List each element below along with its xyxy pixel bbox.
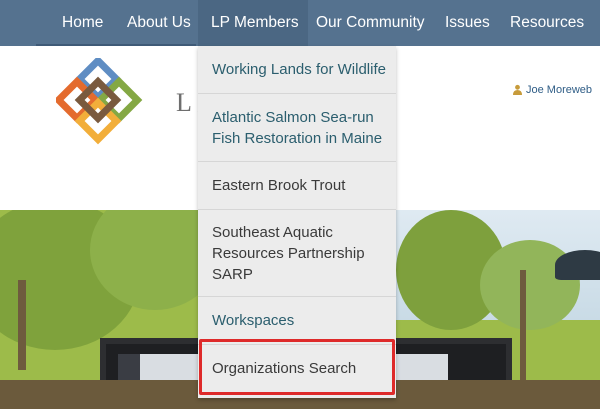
hero-trunk xyxy=(18,280,26,370)
dropdown-item-workspaces[interactable]: Workspaces xyxy=(198,297,396,344)
user-name: Joe Moreweb xyxy=(526,84,593,96)
nav-resources[interactable]: Resources xyxy=(510,0,584,46)
nav-about-us[interactable]: About Us xyxy=(127,0,191,46)
dropdown-item-sarp[interactable]: Southeast Aquatic Resources Partnership … xyxy=(198,210,396,296)
highlight-box xyxy=(199,339,395,395)
site-logo[interactable] xyxy=(56,58,156,158)
dropdown-item-eastern-brook-trout[interactable]: Eastern Brook Trout xyxy=(198,162,396,209)
nav-underline xyxy=(36,44,196,46)
nav-home[interactable]: Home xyxy=(62,0,103,46)
hero-trunk xyxy=(520,270,526,380)
nav-our-community[interactable]: Our Community xyxy=(316,0,425,46)
top-nav: Home About Us LP Members Our Community I… xyxy=(0,0,600,46)
nav-lp-members[interactable]: LP Members xyxy=(198,0,308,46)
user-menu-link[interactable]: Joe Moreweb xyxy=(512,84,592,96)
dropdown-item-atlantic-salmon[interactable]: Atlantic Salmon Sea-run Fish Restoration… xyxy=(198,94,396,161)
user-icon xyxy=(513,84,522,95)
hero-lamp xyxy=(555,250,600,280)
dropdown-item-working-lands[interactable]: Working Lands for Wildlife xyxy=(198,46,396,93)
nav-issues[interactable]: Issues xyxy=(445,0,490,46)
